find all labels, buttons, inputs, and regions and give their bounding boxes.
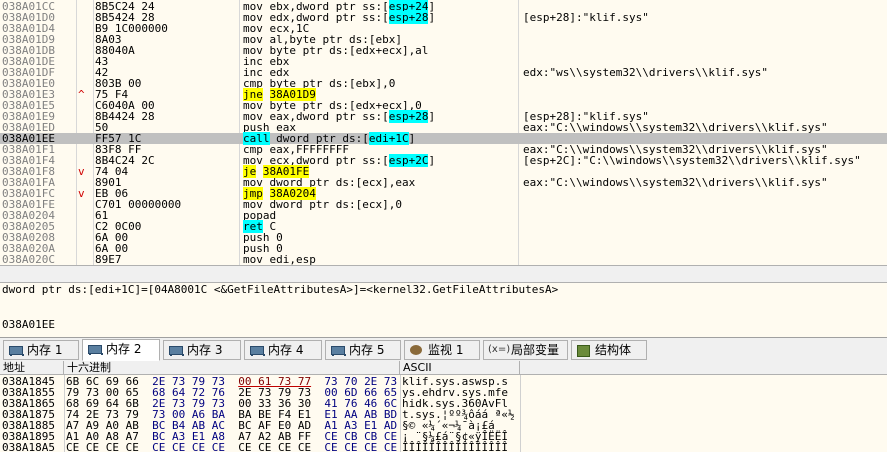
info-operand-line: dword ptr ds:[edi+1C]=[04A8001C <&GetFil…: [2, 283, 559, 296]
dump-ascii: ÎÎÎÎÎÎÎÎÎÎÎÎÎÎÎÎ: [402, 441, 508, 452]
instruction-row[interactable]: 038A01F4 8B4C24 2C mov ecx,dword ptr ss:[e…: [0, 154, 887, 167]
column-header-ascii[interactable]: ASCII: [400, 361, 520, 375]
tab-label: 监视 1: [428, 343, 464, 357]
instruction-bytes: C701 00000000: [95, 198, 182, 211]
instruction-comment: eax:"C:\\windows\\system32\\drivers\\kli…: [523, 121, 828, 134]
tab-4[interactable]: 内存 4: [244, 340, 322, 360]
instruction-bytes: 43: [95, 55, 109, 68]
tab-5[interactable]: 内存 5: [325, 340, 401, 360]
instruction-row[interactable]: 038A01D4 B9 1C000000 mov ecx,1C: [0, 23, 887, 34]
locals-icon: (x=): [488, 343, 511, 355]
tab-label: 结构体: [595, 343, 632, 357]
instruction-row[interactable]: 038A01DB 88040A mov byte ptr ds:[edx+ecx],…: [0, 45, 887, 56]
tab-label: 内存 5: [349, 343, 385, 357]
jump-up-arrow-icon: ^: [78, 88, 85, 101]
instruction-address: 038A020C: [2, 253, 55, 265]
hex-group: CE CE CE CE: [66, 441, 139, 452]
dump-hex-bytes: CE CE CE CE CE CE CE CE CE CE CE CE CE C…: [66, 442, 397, 452]
jump-down-arrow-icon: v: [78, 187, 85, 200]
memory-icon: [87, 343, 103, 355]
hex-group: CE CE CE CE: [152, 441, 225, 452]
struct-icon: [576, 344, 592, 357]
instruction-text: mov dword ptr ds:[ecx],0: [243, 199, 515, 210]
instruction-token: mov edi,esp: [243, 253, 316, 265]
instruction-row[interactable]: 038A020A 6A 00 push 0: [0, 243, 887, 254]
instruction-comment: [esp+2C]:"C:\\windows\\system32\\drivers…: [523, 154, 861, 167]
instruction-text: push 0: [243, 232, 515, 243]
watch-icon: [409, 344, 425, 356]
instruction-row[interactable]: 038A020C 89E7 mov edi,esp: [0, 254, 887, 265]
hex-group: CE CE CE CE: [324, 441, 398, 452]
column-separator: [64, 375, 65, 452]
column-separator: [520, 375, 521, 452]
tab-label: 局部变量: [511, 343, 560, 357]
disassembly-pane[interactable]: 038A01CC 8B5C24 24 mov ebx,dword ptr ss:[e…: [0, 0, 887, 265]
tab-7[interactable]: (x=)局部变量: [483, 340, 568, 360]
dump-tab-bar: 内存 1 内存 2 内存 3 内存 4 内存 5 监视 1 (x=)局部变量 结构体: [0, 337, 887, 361]
column-separator: [400, 375, 401, 452]
column-header-hex[interactable]: 十六进制: [64, 361, 400, 375]
dump-address: 038A18A5: [2, 441, 55, 452]
tab-label: 内存 1: [27, 343, 63, 357]
tab-3[interactable]: 内存 3: [163, 340, 241, 360]
instruction-comment: edx:"ws\\system32\\drivers\\klif.sys": [523, 66, 769, 79]
memory-dump-pane[interactable]: 地址 十六进制 ASCII 038A1845 6B 6C 69 66 2E 73 …: [0, 361, 887, 452]
tab-label: 内存 2: [106, 342, 142, 356]
tab-label: 内存 4: [268, 343, 304, 357]
instruction-comment: [esp+28]:"klif.sys": [523, 11, 649, 24]
instruction-bytes: 89E7: [95, 253, 122, 265]
instruction-bytes: 88040A: [95, 44, 135, 57]
dump-row[interactable]: 038A18A5 CE CE CE CE CE CE CE CE CE CE CE…: [0, 442, 887, 452]
memory-icon: [168, 344, 184, 356]
instruction-row[interactable]: 038A01FA 8901 mov dword ptr ds:[ecx],eax ea…: [0, 177, 887, 188]
instruction-bytes: 8B4424 28: [95, 110, 155, 123]
jump-down-arrow-icon: v: [78, 165, 85, 178]
tab-label: 内存 3: [187, 343, 223, 357]
memory-icon: [330, 344, 346, 356]
instruction-row[interactable]: 038A01E0 803B 00 cmp byte ptr ds:[ebx],0: [0, 78, 887, 89]
instruction-row[interactable]: 038A01FE C701 00000000 mov dword ptr ds:[e…: [0, 199, 887, 210]
instruction-row[interactable]: 038A0205 C2 0C00 ret C: [0, 220, 887, 233]
tab-2[interactable]: 内存 2: [82, 339, 160, 361]
hex-group: CE CE CE CE: [238, 441, 312, 452]
tab-6[interactable]: 监视 1: [404, 340, 480, 360]
instruction-comment: eax:"C:\\windows\\system32\\drivers\\kli…: [523, 176, 828, 189]
instruction-text: popad: [243, 210, 515, 221]
info-pane: dword ptr ds:[edi+1C]=[04A8001C <&GetFil…: [0, 283, 887, 337]
memory-icon: [249, 344, 265, 356]
dump-header: 地址 十六进制 ASCII: [0, 361, 887, 375]
instruction-text: mov edi,esp: [243, 254, 515, 265]
tab-1[interactable]: 内存 1: [3, 340, 79, 360]
info-address: 038A01EE: [2, 318, 55, 331]
instruction-row[interactable]: 038A0208 6A 00 push 0: [0, 232, 887, 243]
instruction-text: ret C: [243, 220, 515, 233]
column-header-address[interactable]: 地址: [0, 361, 64, 375]
tab-8[interactable]: 结构体: [571, 340, 647, 360]
memory-icon: [8, 344, 24, 356]
pane-splitter[interactable]: [0, 265, 887, 283]
